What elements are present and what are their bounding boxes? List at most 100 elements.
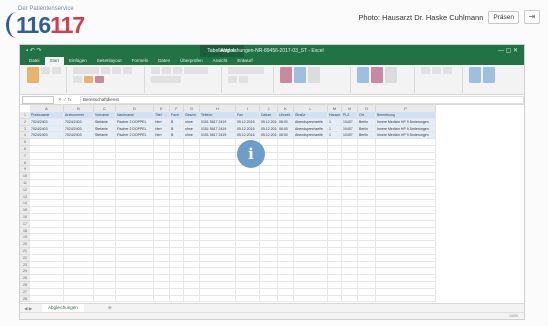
table-cell[interactable] bbox=[116, 275, 154, 282]
table-cell[interactable]: Fischer 2 DOPPEL bbox=[116, 118, 154, 126]
table-cell[interactable] bbox=[154, 152, 170, 160]
row-header[interactable]: 26 bbox=[20, 281, 30, 289]
table-cell[interactable] bbox=[260, 193, 278, 201]
table-cell[interactable]: 05.12.2016 bbox=[260, 132, 278, 140]
table-cell[interactable] bbox=[200, 295, 236, 303]
table-cell[interactable]: 10407 bbox=[342, 125, 358, 133]
table-cell[interactable] bbox=[184, 166, 200, 174]
table-cell[interactable] bbox=[184, 241, 200, 248]
table-cell[interactable] bbox=[358, 200, 376, 208]
table-cell[interactable] bbox=[170, 247, 184, 255]
table-cell[interactable] bbox=[236, 268, 260, 276]
table-cell[interactable] bbox=[236, 227, 260, 235]
table-cell[interactable] bbox=[64, 139, 94, 146]
table-cell[interactable] bbox=[200, 254, 236, 262]
table-cell[interactable] bbox=[358, 186, 376, 194]
table-cell[interactable]: Berlin bbox=[358, 125, 376, 133]
table-cell[interactable] bbox=[278, 152, 294, 160]
table-cell[interactable] bbox=[154, 145, 170, 153]
fx-icon[interactable]: ✕ ✓ fx bbox=[58, 97, 76, 103]
table-cell[interactable] bbox=[358, 173, 376, 180]
table-cell[interactable] bbox=[200, 220, 236, 228]
table-cell[interactable]: Berlin bbox=[358, 118, 376, 126]
table-cell[interactable] bbox=[328, 159, 342, 167]
table-cell[interactable] bbox=[200, 186, 236, 194]
table-cell[interactable] bbox=[116, 173, 154, 180]
table-cell[interactable] bbox=[64, 261, 94, 269]
row-header[interactable]: 22 bbox=[20, 254, 30, 262]
table-cell[interactable] bbox=[236, 213, 260, 221]
table-cell[interactable] bbox=[170, 145, 184, 153]
table-cell[interactable] bbox=[116, 247, 154, 255]
table-cell[interactable] bbox=[94, 152, 116, 160]
table-cell[interactable]: Fax bbox=[236, 112, 260, 119]
table-cell[interactable]: 05.12.2016 bbox=[260, 125, 278, 133]
table-cell[interactable] bbox=[358, 152, 376, 160]
table-cell[interactable] bbox=[294, 186, 328, 194]
table-cell[interactable] bbox=[376, 234, 436, 242]
table-cell[interactable]: Abendsprechzeile bbox=[294, 118, 328, 126]
table-cell[interactable] bbox=[116, 220, 154, 228]
table-cell[interactable] bbox=[358, 254, 376, 262]
table-cell[interactable] bbox=[260, 295, 278, 303]
table-cell[interactable] bbox=[184, 254, 200, 262]
table-cell[interactable] bbox=[358, 268, 376, 276]
table-cell[interactable] bbox=[294, 166, 328, 174]
table-cell[interactable] bbox=[30, 220, 64, 228]
table-cell[interactable] bbox=[64, 227, 94, 235]
table-cell[interactable] bbox=[30, 173, 64, 180]
table-cell[interactable]: Innere Medizin HP 9 Änderungen bbox=[376, 118, 436, 126]
table-cell[interactable] bbox=[116, 152, 154, 160]
table-cell[interactable] bbox=[236, 200, 260, 208]
table-cell[interactable] bbox=[294, 220, 328, 228]
table-cell[interactable] bbox=[278, 145, 294, 153]
table-cell[interactable] bbox=[94, 139, 116, 146]
table-cell[interactable] bbox=[170, 207, 184, 214]
table-cell[interactable] bbox=[328, 207, 342, 214]
table-cell[interactable] bbox=[278, 275, 294, 282]
table-cell[interactable]: 0151 5617 2419 bbox=[200, 132, 236, 140]
table-cell[interactable] bbox=[154, 186, 170, 194]
table-cell[interactable]: Abendsprechzeile bbox=[294, 132, 328, 140]
conditional-format-icon[interactable] bbox=[279, 67, 292, 83]
table-cell[interactable] bbox=[184, 281, 200, 289]
table-cell[interactable] bbox=[30, 179, 64, 187]
table-cell[interactable] bbox=[328, 186, 342, 194]
table-cell[interactable] bbox=[376, 159, 436, 167]
table-cell[interactable] bbox=[260, 247, 278, 255]
row-header[interactable]: 13 bbox=[20, 193, 30, 201]
column-header[interactable]: H bbox=[200, 105, 236, 112]
row-header[interactable]: 3 bbox=[20, 125, 30, 133]
table-cell[interactable]: 7024/2403 bbox=[30, 132, 64, 140]
table-cell[interactable] bbox=[200, 241, 236, 248]
table-cell[interactable] bbox=[200, 261, 236, 269]
table-cell[interactable] bbox=[358, 179, 376, 187]
table-cell[interactable]: 1 bbox=[328, 125, 342, 133]
table-cell[interactable] bbox=[170, 139, 184, 146]
table-cell[interactable] bbox=[278, 139, 294, 146]
table-cell[interactable] bbox=[278, 247, 294, 255]
table-cell[interactable] bbox=[328, 295, 342, 303]
row-header[interactable]: 18 bbox=[20, 227, 30, 235]
sort-filter-icon[interactable] bbox=[469, 67, 482, 83]
row-header[interactable]: 28 bbox=[20, 295, 30, 303]
table-cell[interactable] bbox=[154, 241, 170, 248]
table-cell[interactable] bbox=[30, 152, 64, 160]
table-cell[interactable] bbox=[200, 173, 236, 180]
table-cell[interactable] bbox=[94, 207, 116, 214]
table-cell[interactable] bbox=[328, 200, 342, 208]
table-cell[interactable] bbox=[154, 288, 170, 296]
table-cell[interactable] bbox=[236, 173, 260, 180]
table-cell[interactable] bbox=[342, 200, 358, 208]
table-cell[interactable] bbox=[260, 166, 278, 174]
table-cell[interactable] bbox=[260, 200, 278, 208]
column-header[interactable]: M bbox=[328, 105, 342, 112]
copy-icon[interactable] bbox=[52, 67, 61, 74]
table-cell[interactable] bbox=[328, 179, 342, 187]
table-cell[interactable]: 10407 bbox=[342, 132, 358, 140]
column-header[interactable]: L bbox=[294, 105, 328, 112]
table-cell[interactable] bbox=[116, 145, 154, 153]
table-cell[interactable] bbox=[342, 152, 358, 160]
table-cell[interactable] bbox=[236, 220, 260, 228]
ribbon-tab[interactable]: Formeln bbox=[127, 57, 154, 65]
